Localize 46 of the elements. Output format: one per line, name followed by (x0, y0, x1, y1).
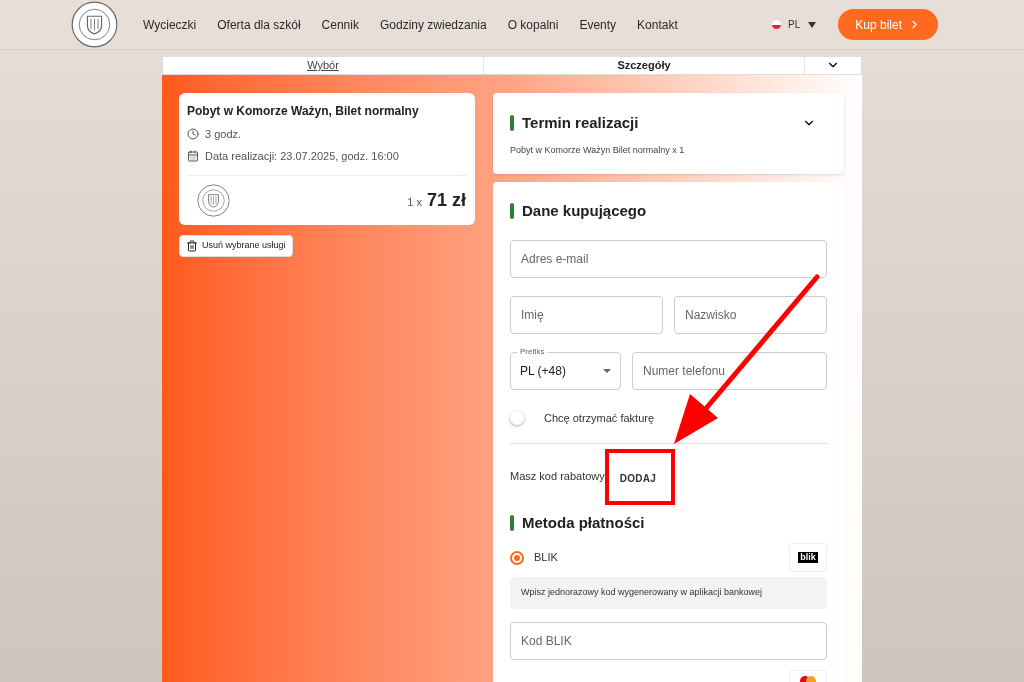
clock-icon (187, 127, 199, 140)
term-summary: Pobyt w Komorze Ważyn Bilet normalny x 1 (510, 144, 686, 157)
invoice-label: Chcę otrzymać fakturę (544, 411, 655, 426)
nav-link[interactable]: Oferta dla szkół (217, 15, 301, 34)
input-field[interactable]: Nazwisko (674, 296, 827, 334)
seal-logo (197, 183, 230, 217)
trash-icon (186, 239, 198, 252)
quantity-text: 1 x (407, 194, 422, 210)
caret-icon (603, 369, 611, 373)
blik-logo: blik (798, 552, 818, 563)
remove-services-button[interactable]: Usuń wybrane usługi (179, 234, 293, 257)
flag-icon (771, 19, 783, 30)
step-tab[interactable]: Szczegóły (617, 57, 671, 74)
input-field[interactable]: Adres e-mail (510, 240, 827, 278)
section-title: Metoda płatności (522, 512, 645, 533)
card-logo-icon (800, 674, 816, 682)
payment-method-label: BLIK (534, 550, 558, 566)
input-field[interactable]: Numer telefonu (632, 352, 827, 390)
accent-bar (510, 514, 514, 531)
accent-bar (510, 202, 514, 219)
language-select[interactable]: PL (788, 17, 817, 32)
accent-bar (510, 114, 514, 131)
nav-link[interactable]: Cennik (321, 15, 359, 34)
input-field[interactable]: Kod BLIK (510, 622, 827, 660)
nav-link[interactable]: Godziny zwiedzania (379, 15, 487, 34)
price-text: 71 zł (426, 188, 466, 212)
discount-label: Masz kod rabatowy (510, 469, 605, 485)
nav-link[interactable]: Kontakt (637, 15, 678, 34)
blik-hint: Wpisz jednorazowy kod wygenerowany w aplikacji bankowej (510, 577, 827, 609)
section-title: Termin realizacji (522, 112, 639, 133)
seal-logo (71, 1, 118, 48)
ticket-title: Pobyt w Komorze Ważyn, Bilet normalny (187, 102, 420, 120)
calendar-icon (187, 150, 199, 163)
caret-icon (808, 21, 817, 28)
highlight-frame (604, 448, 676, 505)
section-title: Dane kupującego (522, 200, 647, 221)
input-field[interactable]: Imię (510, 296, 663, 334)
date-text: Data realizacji: 23.07.2025, godz. 16:00 (205, 149, 399, 164)
add-discount-button[interactable]: DODAJ (614, 470, 662, 486)
radio-button[interactable] (510, 550, 524, 565)
invoice-toggle[interactable] (510, 411, 524, 426)
step-tab[interactable]: Wybór (307, 57, 339, 74)
nav-link[interactable]: O kopalni (507, 15, 559, 34)
nav-link[interactable]: Eventy (579, 15, 617, 34)
duration-text: 3 godz. (205, 126, 242, 142)
nav-link[interactable]: Wycieczki (143, 15, 197, 34)
